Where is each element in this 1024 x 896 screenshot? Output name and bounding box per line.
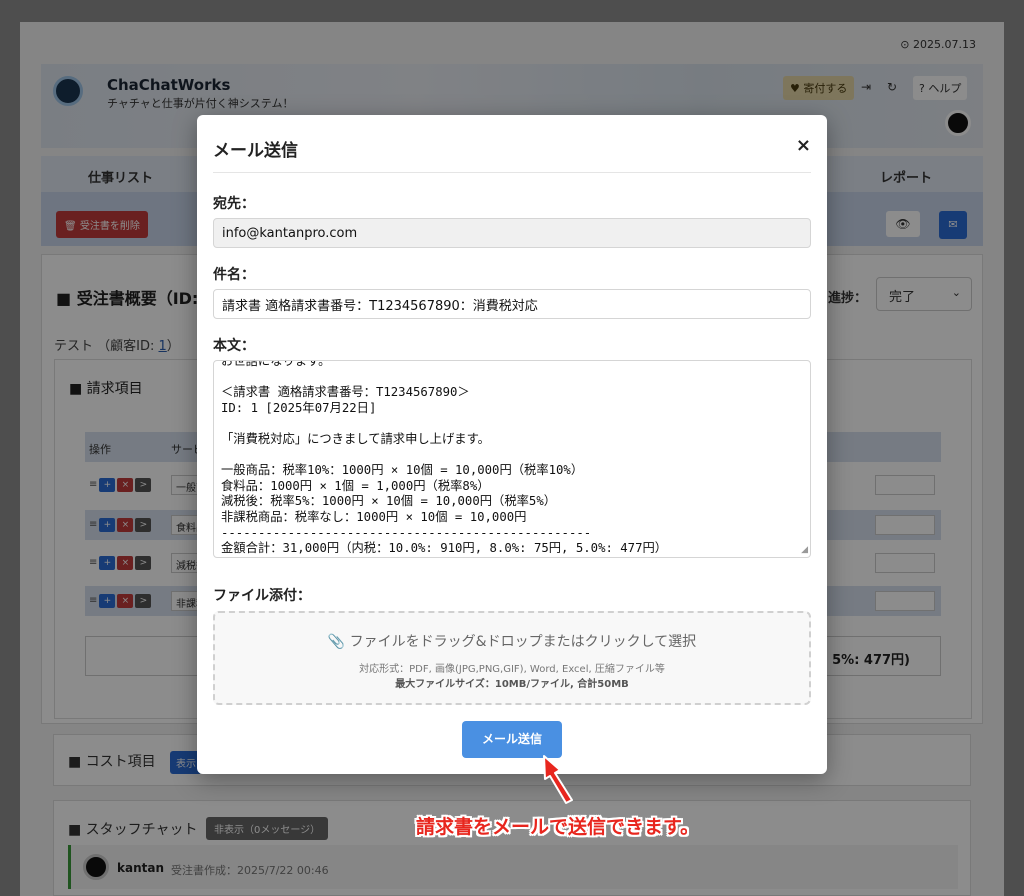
body-textarea[interactable]: お世話になります。 ＜請求書 適格請求書番号：T1234567890＞ ID: … bbox=[213, 360, 811, 558]
drop-zone-text: 📎 ファイルをドラッグ&ドロップまたはクリックして選択 bbox=[327, 634, 697, 650]
to-field[interactable] bbox=[213, 218, 811, 248]
subject-label: 件名： bbox=[213, 267, 255, 283]
close-icon[interactable]: × bbox=[796, 135, 811, 156]
body-label: 本文： bbox=[213, 338, 255, 354]
subject-field[interactable] bbox=[213, 289, 811, 319]
modal-divider bbox=[213, 172, 811, 173]
resize-handle-icon[interactable]: ◢ bbox=[801, 545, 808, 555]
annotation-arrow-icon bbox=[543, 755, 573, 804]
email-modal: メール送信 × 宛先： 件名： 本文： お世話になります。 ＜請求書 適格請求書… bbox=[197, 115, 827, 774]
to-label: 宛先： bbox=[213, 196, 255, 212]
drop-zone-types: 対応形式：PDF, 画像(JPG,PNG,GIF), Word, Excel, … bbox=[359, 664, 665, 675]
drop-zone-size: 最大ファイルサイズ：10MB/ファイル, 合計50MB bbox=[395, 679, 629, 690]
annotation-text: 請求書をメールで送信できます。 bbox=[416, 816, 700, 838]
attach-label: ファイル添付： bbox=[213, 588, 311, 604]
file-drop-zone[interactable]: 📎 ファイルをドラッグ&ドロップまたはクリックして選択 対応形式：PDF, 画像… bbox=[213, 611, 811, 705]
modal-title: メール送信 bbox=[213, 141, 298, 161]
body-text: お世話になります。 ＜請求書 適格請求書番号：T1234567890＞ ID: … bbox=[221, 360, 668, 556]
